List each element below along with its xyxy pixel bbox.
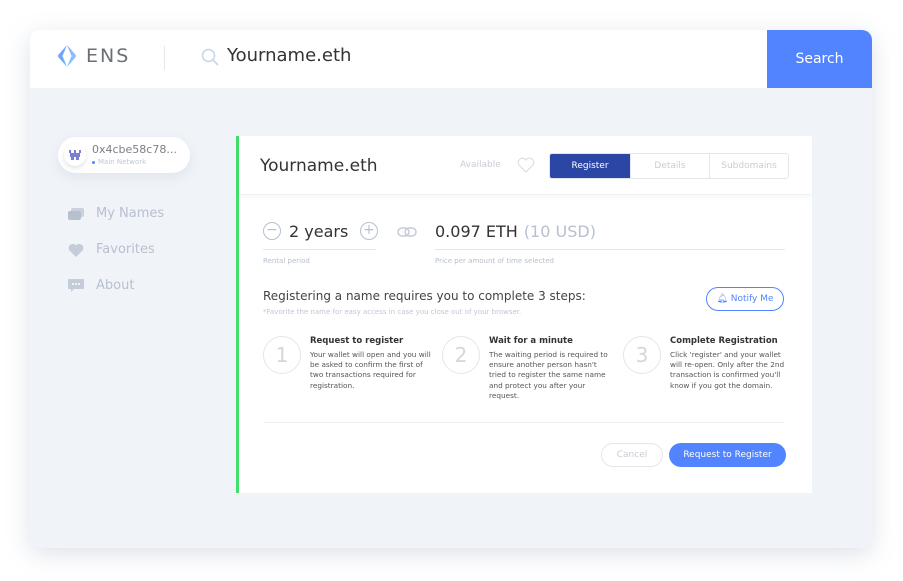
- chat-icon: [68, 278, 84, 292]
- logo[interactable]: ENS: [56, 44, 130, 68]
- increase-years-button[interactable]: +: [360, 222, 378, 240]
- price-eth: 0.097 ETH: [435, 222, 518, 241]
- logo-text: ENS: [86, 45, 131, 67]
- network-label: Main Network: [92, 158, 146, 166]
- account-address: 0x4cbe58c78...: [92, 143, 177, 156]
- cards-icon: [68, 207, 84, 220]
- step-number: 3: [623, 336, 661, 374]
- ens-logo-icon: [58, 45, 76, 67]
- avatar: [64, 144, 86, 166]
- sidebar-item-about[interactable]: About: [68, 278, 134, 293]
- identicon-icon: [69, 150, 81, 160]
- price-display: 0.097 ETH (10 USD): [435, 222, 596, 241]
- step-number: 1: [263, 336, 301, 374]
- rental-period-label: Rental period: [263, 257, 310, 265]
- step-desc: Your wallet will open and you will be as…: [310, 350, 431, 390]
- rental-underline: [263, 249, 376, 250]
- step-desc: The waiting period is required to ensure…: [489, 350, 608, 400]
- notify-label: Notify Me: [730, 294, 774, 304]
- tab-details[interactable]: Details: [630, 154, 709, 178]
- steps-note: *Favorite the name for easy access in ca…: [263, 308, 522, 316]
- link-icon: [397, 227, 417, 237]
- divider: [263, 422, 785, 423]
- status-badge: Available: [460, 160, 501, 170]
- domain-name: Yourname.eth: [260, 156, 378, 176]
- steps-title: Registering a name requires you to compl…: [263, 289, 586, 303]
- decrease-years-button[interactable]: −: [263, 222, 281, 240]
- panel-header: Yourname.eth Available Register Details …: [239, 136, 812, 195]
- search-input[interactable]: [227, 45, 727, 66]
- tab-register[interactable]: Register: [550, 154, 630, 178]
- domain-panel: Yourname.eth Available Register Details …: [236, 136, 812, 493]
- divider: [164, 46, 165, 70]
- sidebar-item-favorites[interactable]: Favorites: [68, 242, 155, 257]
- price-usd: (10 USD): [523, 222, 596, 241]
- tab-subdomains[interactable]: Subdomains: [709, 154, 788, 178]
- step-title: Complete Registration: [670, 336, 778, 346]
- step-number: 2: [442, 336, 480, 374]
- heart-icon: [68, 243, 84, 257]
- search-icon: [201, 48, 219, 66]
- price-underline: [435, 249, 785, 250]
- app-window: ENS Search 0x4cbe58c78... Main Network M…: [30, 30, 872, 548]
- search-button[interactable]: Search: [767, 30, 872, 88]
- step-title: Request to register: [310, 336, 404, 346]
- notify-me-button[interactable]: 🔔︎ Notify Me: [706, 287, 784, 311]
- step-desc: Click 'register' and your wallet will re…: [670, 350, 785, 390]
- header: ENS Search: [30, 30, 872, 88]
- cancel-button[interactable]: Cancel: [601, 443, 663, 467]
- account-badge[interactable]: 0x4cbe58c78... Main Network: [58, 137, 190, 173]
- sidebar-item-label: Favorites: [96, 242, 155, 257]
- sidebar-item-label: About: [96, 278, 135, 293]
- favorite-heart-icon[interactable]: [517, 157, 535, 173]
- rental-period-value: 2 years: [289, 222, 349, 241]
- sidebar-item-label: My Names: [96, 206, 165, 221]
- tabs: Register Details Subdomains: [549, 153, 789, 179]
- request-to-register-button[interactable]: Request to Register: [669, 443, 786, 467]
- sidebar-item-my-names[interactable]: My Names: [68, 206, 164, 221]
- price-label: Price per amount of time selected: [435, 257, 554, 265]
- step-title: Wait for a minute: [489, 336, 573, 346]
